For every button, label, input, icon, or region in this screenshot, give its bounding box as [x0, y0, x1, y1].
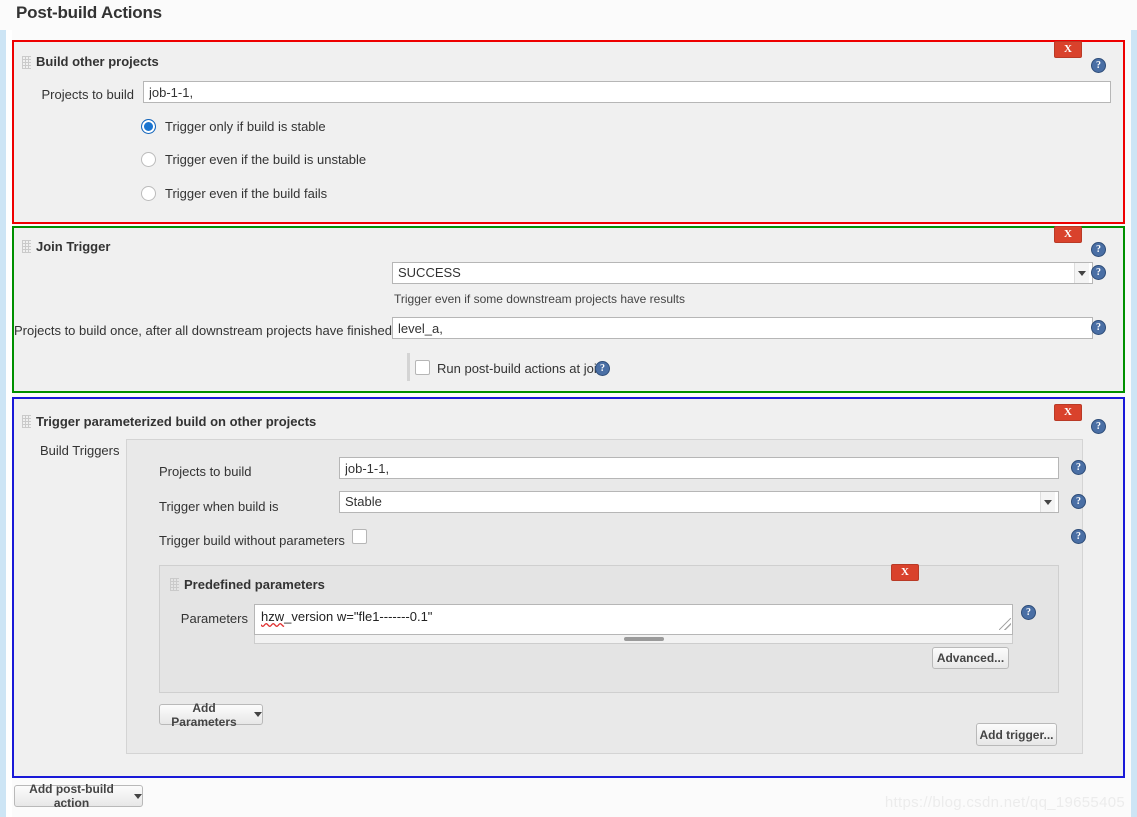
group-divider	[407, 353, 410, 381]
parameters-textarea-wrap: hzw_version w="fle1-------0.1"	[254, 604, 1013, 646]
parameters-hscrollbar[interactable]	[254, 635, 1013, 644]
build-triggers-label: Build Triggers	[40, 443, 120, 458]
help-icon[interactable]: ?	[1091, 58, 1106, 73]
radio-row-fails[interactable]: Trigger even if the build fails	[141, 186, 327, 201]
chevron-down-icon[interactable]	[1040, 492, 1055, 512]
parameters-label: Parameters	[180, 611, 248, 626]
post-build-actions-page: Post-build Actions Build other projects …	[0, 0, 1137, 817]
advanced-button[interactable]: Advanced...	[932, 647, 1009, 669]
parameters-hscrollbar-thumb[interactable]	[624, 637, 664, 641]
drag-handle-icon[interactable]	[22, 240, 31, 253]
parameters-textarea[interactable]: hzw_version w="fle1-------0.1"	[254, 604, 1013, 635]
delete-section-button[interactable]: X	[1054, 404, 1082, 421]
radio-label-stable: Trigger only if build is stable	[165, 119, 326, 134]
chevron-down-icon	[134, 793, 142, 799]
section-title-build-other-projects: Build other projects	[36, 54, 159, 69]
delete-section-button[interactable]: X	[1054, 226, 1082, 243]
ptrigger-projects-label: Projects to build	[159, 464, 252, 479]
radio-trigger-fails[interactable]	[141, 186, 156, 201]
predefined-parameters-title: Predefined parameters	[184, 577, 325, 592]
watermark: https://blog.csdn.net/qq_19655405	[884, 794, 1125, 811]
ptrigger-when-label: Trigger when build is	[159, 499, 279, 514]
right-rail	[1131, 30, 1137, 817]
join-result-select[interactable]: SUCCESS	[392, 262, 1093, 284]
section-title-trigger-parameterized: Trigger parameterized build on other pro…	[36, 414, 317, 429]
chevron-down-icon	[254, 712, 262, 717]
join-result-select-value: SUCCESS	[398, 265, 461, 280]
radio-trigger-stable[interactable]	[141, 119, 156, 134]
parameters-rest-text: _version w="fle1-------0.1"	[284, 609, 433, 624]
add-trigger-button[interactable]: Add trigger...	[976, 723, 1057, 746]
add-post-build-action-label: Add post-build action	[29, 782, 114, 810]
help-icon[interactable]: ?	[595, 361, 610, 376]
help-icon[interactable]: ?	[1091, 320, 1106, 335]
delete-section-button[interactable]: X	[1054, 41, 1082, 58]
drag-handle-icon[interactable]	[170, 578, 179, 591]
add-post-build-action-button[interactable]: Add post-build action	[14, 782, 143, 810]
projects-to-build-input[interactable]	[143, 81, 1111, 103]
help-icon[interactable]: ?	[1091, 242, 1106, 257]
run-postbuild-label: Run post-build actions at join	[437, 361, 604, 376]
drag-handle-icon[interactable]	[22, 415, 31, 428]
projects-to-build-label: Projects to build	[41, 87, 135, 102]
page-title: Post-build Actions	[16, 3, 162, 22]
help-icon[interactable]: ?	[1071, 494, 1086, 509]
ptrigger-projects-input[interactable]	[339, 457, 1059, 479]
predefined-parameters-pane: Predefined parameters X Parameters hzw_v…	[159, 564, 1059, 693]
join-projects-label: Projects to build once, after all downst…	[14, 323, 392, 338]
section-trigger-parameterized-build: Trigger parameterized build on other pro…	[12, 397, 1125, 778]
add-parameters-label: Add Parameters	[171, 700, 237, 729]
ptrigger-when-select-value: Stable	[345, 494, 382, 509]
help-icon[interactable]: ?	[1071, 529, 1086, 544]
help-icon[interactable]: ?	[1021, 605, 1036, 620]
section-join-trigger: Join Trigger X ? SUCCESS ? Trigger even …	[12, 226, 1125, 393]
radio-row-unstable[interactable]: Trigger even if the build is unstable	[141, 152, 366, 167]
help-icon[interactable]: ?	[1071, 460, 1086, 475]
drag-handle-icon[interactable]	[22, 56, 31, 69]
run-postbuild-checkbox[interactable]	[415, 360, 430, 375]
radio-trigger-unstable[interactable]	[141, 152, 156, 167]
build-trigger-pane: Projects to build ? Trigger when build i…	[126, 439, 1086, 754]
join-projects-input[interactable]	[392, 317, 1093, 339]
chevron-down-icon[interactable]	[1074, 263, 1089, 283]
radio-label-unstable: Trigger even if the build is unstable	[165, 152, 367, 167]
radio-row-stable[interactable]: Trigger only if build is stable	[141, 119, 326, 134]
delete-predefined-parameters-button[interactable]: X	[891, 564, 919, 581]
add-parameters-button[interactable]: Add Parameters	[159, 701, 263, 729]
help-icon[interactable]: ?	[1091, 265, 1106, 280]
join-result-hint: Trigger even if some downstream projects…	[394, 292, 686, 306]
parameters-spell-word: hzw	[261, 609, 285, 624]
ptrigger-without-params-checkbox[interactable]	[352, 529, 367, 544]
ptrigger-without-params-label: Trigger build without parameters	[159, 533, 345, 548]
section-build-other-projects: Build other projects X ? Projects to bui…	[12, 40, 1125, 224]
help-icon[interactable]: ?	[1091, 419, 1106, 434]
ptrigger-when-select[interactable]: Stable	[339, 491, 1059, 513]
radio-label-fails: Trigger even if the build fails	[165, 186, 328, 201]
section-title-join-trigger: Join Trigger	[36, 239, 111, 254]
